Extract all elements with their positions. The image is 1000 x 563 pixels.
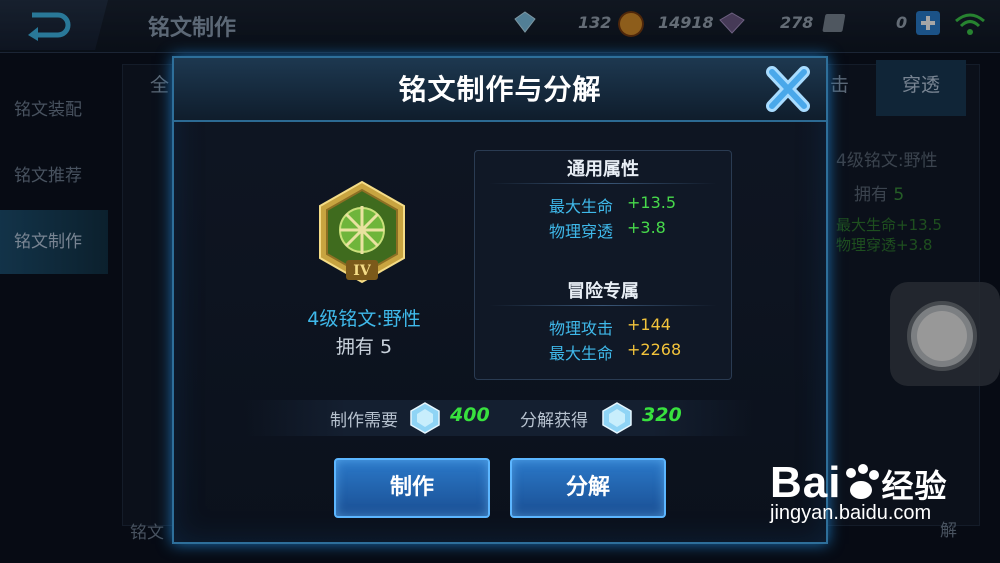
paw-logo-icon bbox=[846, 464, 880, 499]
decompose-button[interactable]: 分解 bbox=[510, 458, 666, 518]
rune-level-numeral: IV bbox=[353, 263, 372, 279]
cost-row: 制作需要 400 分解获得 320 bbox=[174, 400, 826, 436]
dialog-header: 铭文制作与分解 bbox=[174, 58, 826, 122]
rune-emblem-icon: IV bbox=[319, 180, 405, 284]
close-icon bbox=[766, 66, 810, 112]
baidu-watermark: Bai 经验 jingyan.baidu.com bbox=[770, 458, 948, 525]
decompose-gain-label: 分解获得 bbox=[520, 411, 588, 431]
crystal-icon bbox=[410, 402, 440, 434]
watermark-url: jingyan.baidu.com bbox=[770, 502, 932, 524]
adventure-attributes-heading: 冒险专属 bbox=[567, 281, 639, 302]
close-button[interactable] bbox=[760, 64, 816, 114]
divider bbox=[489, 183, 717, 184]
watermark-brand: Bai 经验 bbox=[770, 458, 948, 507]
craft-cost-value: 400 bbox=[450, 404, 490, 426]
stats-box: 通用属性 最大生命 +13.5 物理穿透 +3.8 冒险专属 物理攻击 +144… bbox=[474, 150, 732, 380]
craft-cost-label: 制作需要 bbox=[330, 411, 398, 431]
dialog-title: 铭文制作与分解 bbox=[398, 73, 602, 106]
craft-button[interactable]: 制作 bbox=[334, 458, 490, 518]
decompose-gain-value: 320 bbox=[642, 404, 682, 426]
rune-craft-dialog: 铭文制作与分解 IV 4级铭文:野性 拥有 5 通用属性 最大生命 +13.5 … bbox=[172, 56, 828, 544]
crystal-icon bbox=[602, 402, 632, 434]
divider bbox=[489, 305, 717, 306]
general-attributes-heading: 通用属性 bbox=[567, 159, 639, 180]
